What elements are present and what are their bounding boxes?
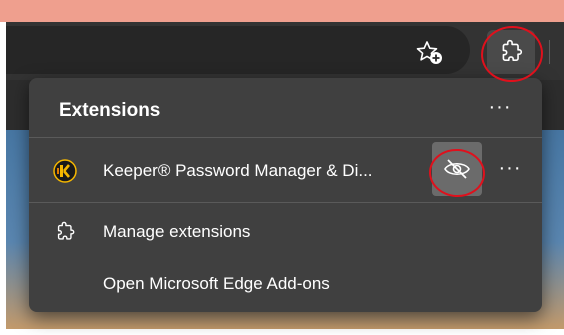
- screenshot-frame: Extensions ··· Keeper® Password Manager …: [0, 0, 564, 335]
- extension-name: Keeper® Password Manager & Di...: [103, 161, 373, 180]
- puzzle-icon: [502, 39, 523, 61]
- edge-addons-label: Open Microsoft Edge Add-ons: [103, 274, 330, 293]
- manage-extensions-label: Manage extensions: [103, 222, 251, 241]
- window-frame-strip: [0, 0, 564, 22]
- address-bar[interactable]: [6, 26, 470, 74]
- hide-from-toolbar-button[interactable]: [432, 142, 482, 196]
- eye-hidden-icon: [444, 159, 470, 179]
- items-divider: [29, 202, 542, 203]
- extensions-panel: Extensions ··· Keeper® Password Manager …: [29, 78, 542, 312]
- add-favorite-button[interactable]: [413, 38, 447, 68]
- extensions-button[interactable]: [487, 30, 535, 74]
- toolbar-separator: [549, 40, 550, 64]
- edge-addons-item[interactable]: Open Microsoft Edge Add-ons: [29, 264, 542, 304]
- puzzle-icon: [53, 220, 77, 244]
- header-divider: [29, 137, 542, 138]
- keeper-logo-icon: [53, 159, 77, 183]
- panel-more-button[interactable]: ···: [485, 97, 515, 121]
- extension-more-button[interactable]: ···: [495, 158, 525, 182]
- panel-title: Extensions: [59, 100, 161, 121]
- star-plus-icon: [416, 41, 442, 64]
- manage-extensions-item[interactable]: Manage extensions: [29, 212, 542, 252]
